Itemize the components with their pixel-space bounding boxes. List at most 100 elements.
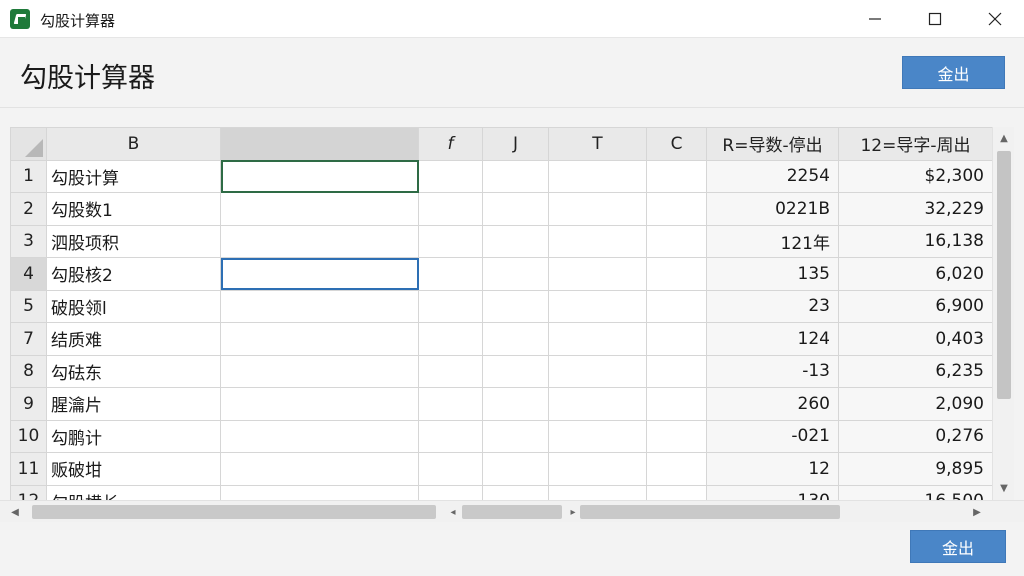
cell[interactable]	[646, 159, 707, 193]
label-cell[interactable]: 泗股项积	[46, 224, 221, 258]
cell[interactable]	[220, 289, 419, 323]
cell[interactable]	[418, 419, 483, 453]
vertical-scroll-thumb[interactable]	[997, 151, 1011, 399]
row-number[interactable]: 11	[10, 452, 47, 486]
cell[interactable]	[418, 224, 483, 258]
scroll-left-icon[interactable]: ◂	[446, 505, 460, 519]
cell[interactable]	[548, 224, 647, 258]
cell[interactable]	[646, 192, 707, 226]
row-number[interactable]: 12	[10, 484, 47, 500]
cell[interactable]	[646, 257, 707, 291]
column-header[interactable]: C	[646, 127, 707, 161]
cell[interactable]	[220, 257, 419, 291]
value-cell[interactable]: 16,500	[838, 484, 993, 500]
cell[interactable]	[482, 484, 549, 500]
cell[interactable]	[220, 354, 419, 388]
value-cell[interactable]: -13	[706, 354, 839, 388]
cell[interactable]	[548, 484, 647, 500]
column-header[interactable]: J	[482, 127, 549, 161]
cell[interactable]	[548, 289, 647, 323]
label-cell[interactable]: 勾鹏计	[46, 419, 221, 453]
cell[interactable]	[418, 289, 483, 323]
cell[interactable]	[482, 452, 549, 486]
scroll-down-icon[interactable]: ▼	[997, 481, 1011, 495]
value-cell[interactable]: -021	[706, 419, 839, 453]
row-number[interactable]: 7	[10, 322, 47, 356]
cell[interactable]	[418, 354, 483, 388]
close-button[interactable]	[972, 0, 1018, 38]
label-cell[interactable]: 勾股计算	[46, 159, 221, 193]
cell[interactable]	[482, 289, 549, 323]
value-cell[interactable]: 2254	[706, 159, 839, 193]
scroll-up-icon[interactable]: ▲	[997, 131, 1011, 145]
row-number[interactable]: 10	[10, 419, 47, 453]
horizontal-scroll-thumb[interactable]	[580, 505, 840, 519]
cell[interactable]	[482, 419, 549, 453]
scroll-right-icon[interactable]: ▸	[566, 505, 580, 519]
value-cell[interactable]: 260	[706, 387, 839, 421]
cell[interactable]	[482, 354, 549, 388]
label-cell[interactable]: 勾股核2	[46, 257, 221, 291]
cell[interactable]	[482, 387, 549, 421]
cell[interactable]	[418, 192, 483, 226]
cell[interactable]	[646, 484, 707, 500]
value-cell[interactable]: 0,403	[838, 322, 993, 356]
horizontal-scroll-thumb[interactable]	[32, 505, 436, 519]
row-number[interactable]: 1	[10, 159, 47, 193]
value-cell[interactable]: 124	[706, 322, 839, 356]
column-header[interactable]	[220, 127, 419, 161]
label-cell[interactable]: 破股领l	[46, 289, 221, 323]
value-cell[interactable]: 6,235	[838, 354, 993, 388]
minimize-button[interactable]	[852, 0, 898, 38]
column-header[interactable]: B	[46, 127, 221, 161]
value-cell[interactable]: $2,300	[838, 159, 993, 193]
value-cell[interactable]: 9,895	[838, 452, 993, 486]
cell[interactable]	[646, 224, 707, 258]
cell[interactable]	[482, 224, 549, 258]
row-number[interactable]: 2	[10, 192, 47, 226]
scroll-left-icon[interactable]: ◀	[8, 505, 22, 519]
value-cell[interactable]: 23	[706, 289, 839, 323]
value-cell[interactable]: 32,229	[838, 192, 993, 226]
label-cell[interactable]: 勾股横长	[46, 484, 221, 500]
cell[interactable]	[220, 452, 419, 486]
value-cell[interactable]: 16,138	[838, 224, 993, 258]
cell[interactable]	[418, 159, 483, 193]
cell[interactable]	[646, 387, 707, 421]
cell[interactable]	[482, 159, 549, 193]
vertical-scrollbar[interactable]: ▲ ▼	[992, 127, 1014, 500]
cell[interactable]	[548, 159, 647, 193]
value-cell[interactable]: 12	[706, 452, 839, 486]
horizontal-scroll-thumb[interactable]	[462, 505, 562, 519]
cell[interactable]	[418, 322, 483, 356]
cell[interactable]	[548, 354, 647, 388]
cell[interactable]	[418, 452, 483, 486]
cell[interactable]	[548, 322, 647, 356]
cell[interactable]	[646, 419, 707, 453]
maximize-button[interactable]	[912, 0, 958, 38]
scroll-right-icon[interactable]: ▶	[970, 505, 984, 519]
cell[interactable]	[220, 387, 419, 421]
cell[interactable]	[220, 484, 419, 500]
cell[interactable]	[548, 419, 647, 453]
cell[interactable]	[220, 224, 419, 258]
row-number[interactable]: 4	[10, 257, 47, 291]
cell[interactable]	[646, 322, 707, 356]
row-number[interactable]: 3	[10, 224, 47, 258]
export-button-top[interactable]: 金出	[902, 56, 1005, 89]
column-header[interactable]: f	[418, 127, 483, 161]
label-cell[interactable]: 勾股数1	[46, 192, 221, 226]
label-cell[interactable]: 贩破坩	[46, 452, 221, 486]
cell[interactable]	[646, 354, 707, 388]
cell[interactable]	[646, 452, 707, 486]
row-number[interactable]: 5	[10, 289, 47, 323]
value-cell[interactable]: 2,090	[838, 387, 993, 421]
row-number[interactable]: 8	[10, 354, 47, 388]
cell[interactable]	[220, 192, 419, 226]
value-cell[interactable]: 6,020	[838, 257, 993, 291]
cell[interactable]	[482, 192, 549, 226]
column-header[interactable]: R=导数-停出	[706, 127, 839, 161]
cell[interactable]	[482, 322, 549, 356]
value-cell[interactable]: 0221B	[706, 192, 839, 226]
cell[interactable]	[646, 289, 707, 323]
